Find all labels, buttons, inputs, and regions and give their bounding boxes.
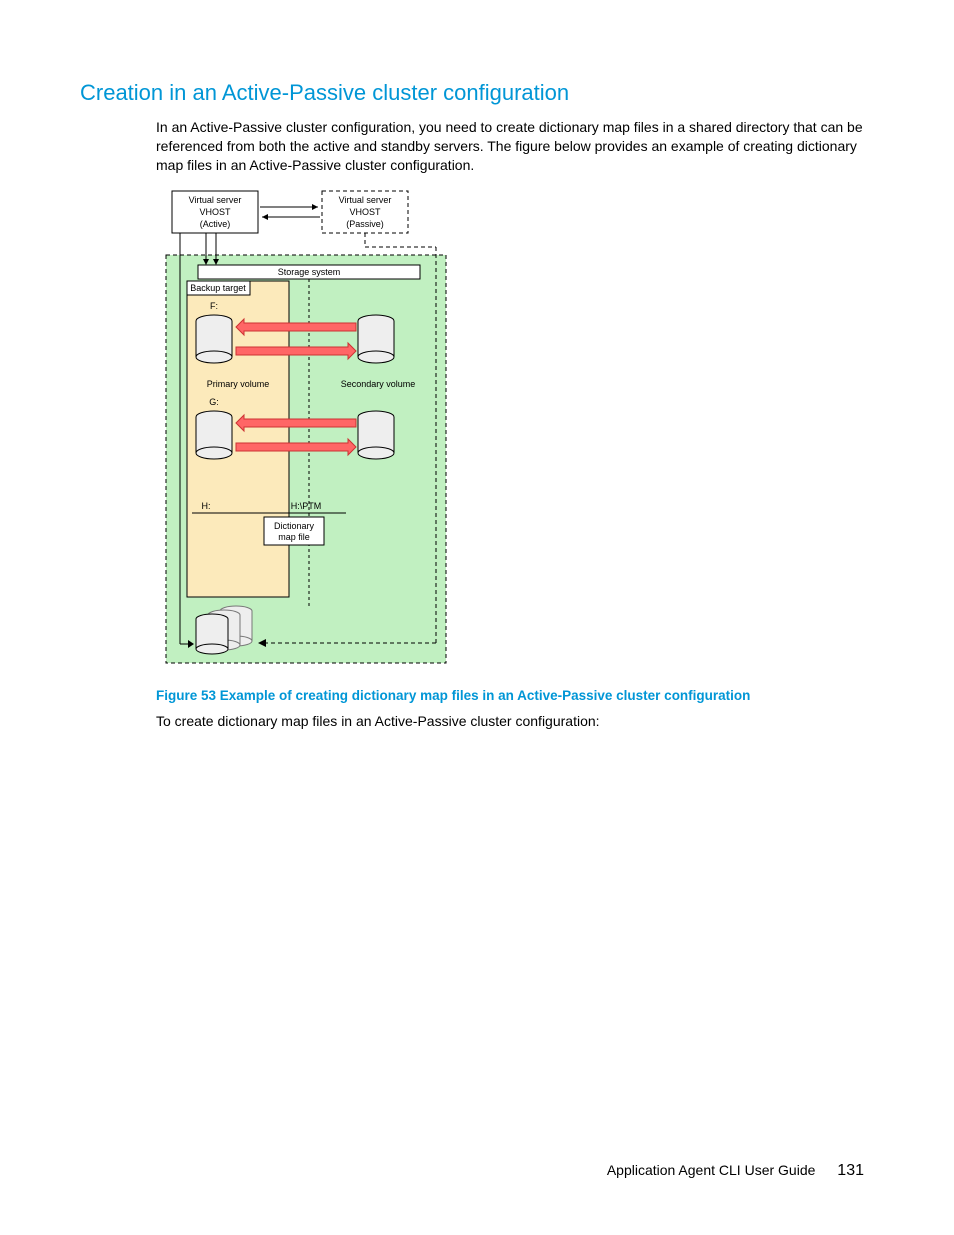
vs-passive-line1: Virtual server [339, 195, 392, 205]
footer-title: Application Agent CLI User Guide [607, 1162, 816, 1178]
post-caption-text: To create dictionary map files in an Act… [156, 713, 874, 729]
figure-caption: Figure 53 Example of creating dictionary… [156, 688, 874, 703]
ptm-path-label: H:\PTM [291, 501, 322, 511]
vs-passive-line2: VHOST [349, 207, 381, 217]
primary-volume-label: Primary volume [207, 379, 270, 389]
vs-active-line1: Virtual server [189, 195, 242, 205]
drive-g-label: G: [209, 397, 219, 407]
drive-f-label: F: [210, 301, 218, 311]
figure-53: Virtual server VHOST (Active) Virtual se… [156, 189, 874, 674]
dict-line1: Dictionary [274, 521, 315, 531]
secondary-volume-label: Secondary volume [341, 379, 416, 389]
section-heading: Creation in an Active-Passive cluster co… [80, 80, 874, 106]
cylinder-g-primary [196, 411, 232, 459]
cylinder-f-primary [196, 315, 232, 363]
storage-system-label: Storage system [278, 267, 341, 277]
vs-passive-line3: (Passive) [346, 219, 384, 229]
vs-active-line2: VHOST [199, 207, 231, 217]
dict-line2: map file [278, 532, 310, 542]
page-footer: Application Agent CLI User Guide 131 [607, 1162, 864, 1180]
cylinder-f-secondary [358, 315, 394, 363]
vs-active-line3: (Active) [200, 219, 231, 229]
intro-paragraph: In an Active-Passive cluster configurati… [156, 118, 874, 175]
drive-h-label: H: [202, 501, 211, 511]
cylinder-g-secondary [358, 411, 394, 459]
page-number: 131 [837, 1162, 864, 1180]
backup-target-label: Backup target [190, 283, 246, 293]
